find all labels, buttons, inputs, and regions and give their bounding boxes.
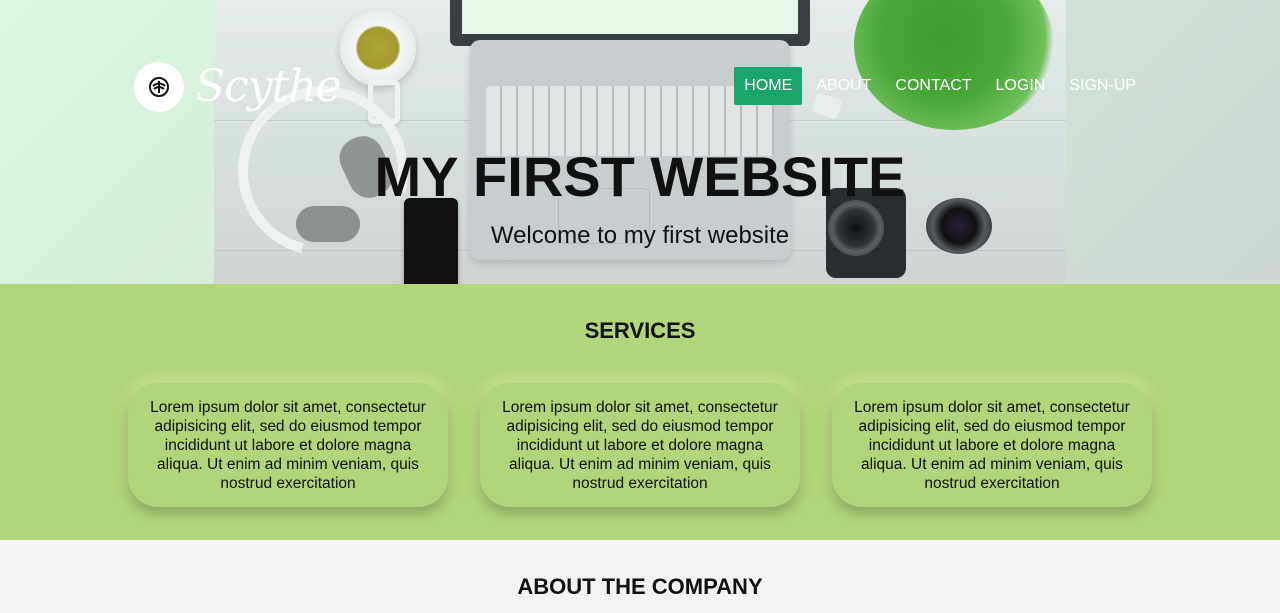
hero-title: MY FIRST WEBSITE bbox=[374, 145, 906, 208]
brand-logo[interactable]: Scythe bbox=[134, 61, 342, 113]
service-card: Lorem ipsum dolor sit amet, consectetur … bbox=[480, 383, 800, 507]
tea-cup-image bbox=[340, 10, 416, 86]
hero-subtitle: Welcome to my first website bbox=[490, 222, 790, 249]
brand-name: Scythe bbox=[195, 61, 342, 112]
about-title: ABOUT THE COMPANY bbox=[517, 574, 763, 599]
nav-item-contact[interactable]: CONTACT bbox=[885, 67, 981, 105]
palm-tree-icon bbox=[134, 62, 184, 112]
services-title: SERVICES bbox=[584, 318, 696, 343]
service-card-text: Lorem ipsum dolor sit amet, consectetur … bbox=[854, 398, 1130, 492]
service-card: Lorem ipsum dolor sit amet, consectetur … bbox=[128, 383, 448, 507]
page: Scythe HOME ABOUT CONTACT LOGIN SIGN-UP … bbox=[0, 0, 1280, 613]
hero-section: Scythe HOME ABOUT CONTACT LOGIN SIGN-UP … bbox=[0, 0, 1280, 284]
service-card: Lorem ipsum dolor sit amet, consectetur … bbox=[832, 383, 1152, 507]
main-nav: HOME ABOUT CONTACT LOGIN SIGN-UP bbox=[730, 67, 1146, 105]
nav-item-sign-up[interactable]: SIGN-UP bbox=[1059, 67, 1146, 105]
service-card-text: Lorem ipsum dolor sit amet, consectetur … bbox=[502, 398, 778, 492]
nav-item-home[interactable]: HOME bbox=[734, 67, 803, 105]
nav-item-login[interactable]: LOGIN bbox=[986, 67, 1056, 105]
about-section: ABOUT THE COMPANY bbox=[0, 540, 1280, 613]
services-section: SERVICES Lorem ipsum dolor sit amet, con… bbox=[0, 284, 1280, 540]
plant-image bbox=[854, 0, 1054, 130]
service-card-text: Lorem ipsum dolor sit amet, consectetur … bbox=[150, 398, 426, 492]
nav-item-about[interactable]: ABOUT bbox=[806, 67, 881, 105]
